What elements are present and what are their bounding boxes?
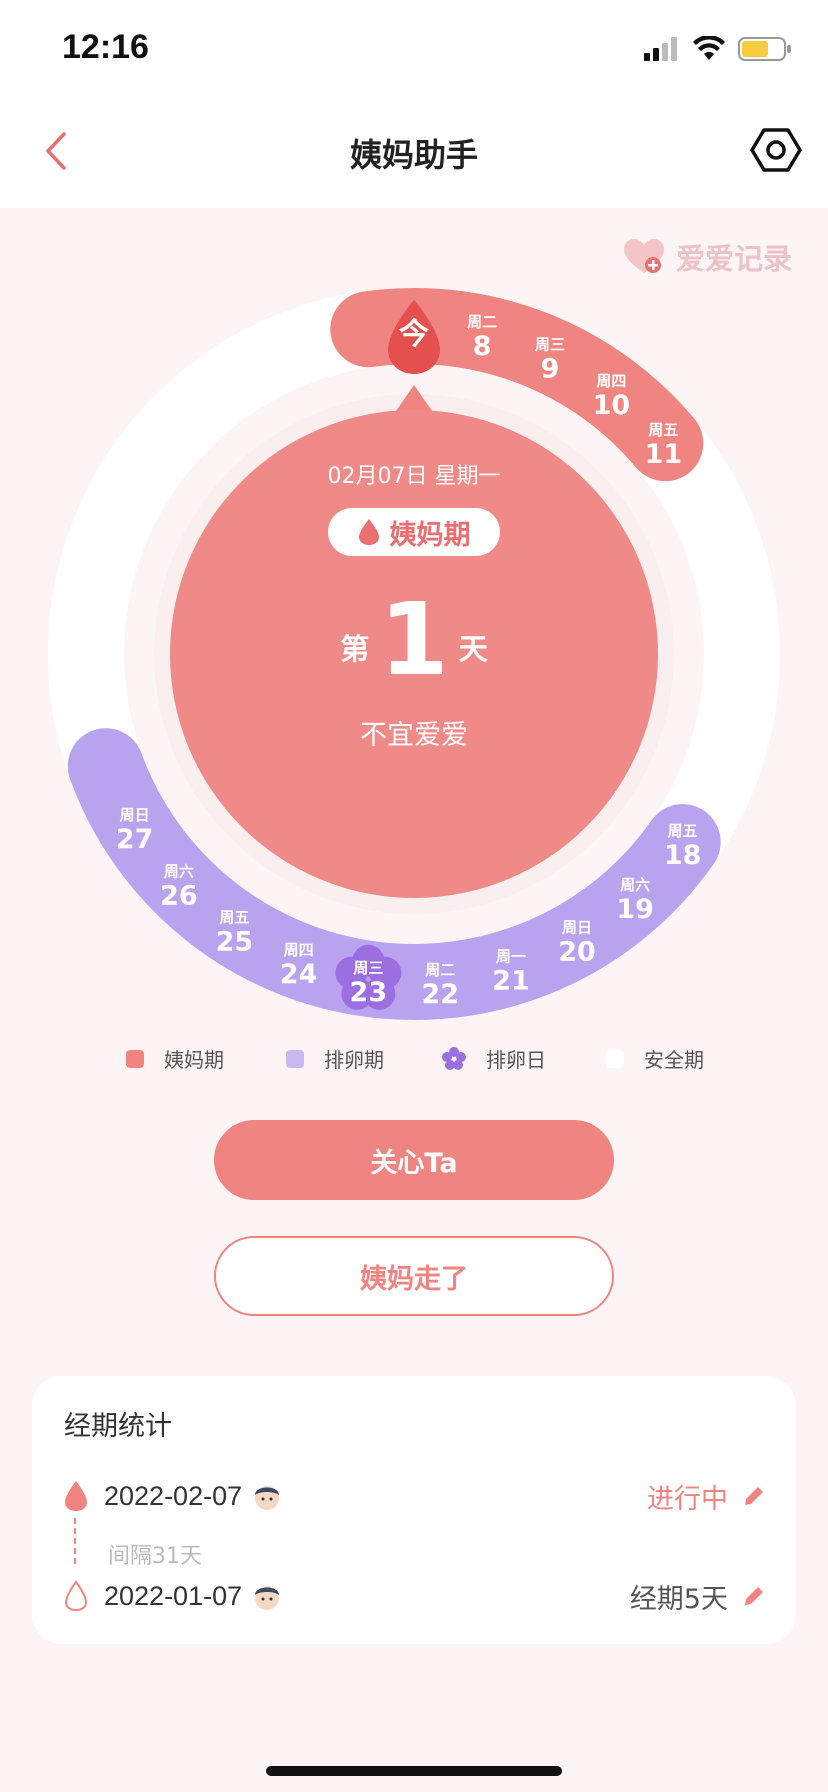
settings-button[interactable] — [750, 124, 802, 176]
day-prefix: 第 — [340, 632, 370, 666]
ring-day-number: 10 — [593, 390, 631, 421]
ring-day-label[interactable]: 周五18 — [664, 822, 702, 871]
legend-ovulation-phase: 排卵期 — [286, 1044, 384, 1073]
period-end-button[interactable]: 姨妈走了 — [214, 1236, 614, 1316]
legend-ovulation-phase-swatch — [286, 1049, 304, 1068]
ring-day-number: 19 — [616, 894, 654, 925]
day-suffix: 天 — [458, 632, 488, 666]
wifi-icon — [693, 36, 725, 60]
ring-day-label[interactable]: 周二22 — [422, 961, 460, 1010]
ring-day-weekday: 周五 — [668, 822, 698, 840]
period-stats-card: 经期统计 2022-02-07 进行中 间隔31天 2022-01-07 经期5… — [32, 1376, 796, 1644]
ring-day-weekday: 周三 — [535, 336, 565, 354]
stats-title: 经期统计 — [64, 1411, 172, 1442]
ring-day-number: 21 — [492, 965, 530, 996]
battery-icon — [738, 37, 791, 61]
ring-day-weekday: 周五 — [648, 421, 678, 439]
status-icons — [644, 36, 792, 62]
outline-drop-icon — [64, 1580, 88, 1612]
filled-drop-icon — [65, 1481, 87, 1511]
record-status-label: 经期5天 — [629, 1583, 728, 1615]
legend-ovulation-day: 排卵日 — [442, 1044, 546, 1073]
ring-day-number: 8 — [473, 331, 492, 362]
legend: 姨妈期 排卵期 排卵日 安全期 — [0, 1044, 828, 1084]
ring-day-label[interactable]: 周六19 — [616, 876, 654, 925]
ring-day-weekday: 周一 — [496, 947, 526, 965]
status-bar: 12:16 — [0, 0, 828, 100]
phase-badge: 姨妈期 — [328, 508, 500, 556]
record-date: 2022-01-07 — [104, 1580, 243, 1611]
ring-day-number: 9 — [541, 354, 560, 385]
ring-day-number: 26 — [160, 881, 198, 912]
signal-icon — [644, 37, 677, 61]
ring-day-weekday: 周四 — [596, 372, 626, 390]
home-indicator — [266, 1766, 562, 1776]
ring-day-number: 22 — [422, 979, 460, 1010]
ring-day-label[interactable]: 周五25 — [216, 908, 254, 957]
ring-day-label[interactable]: 周四24 — [280, 941, 318, 990]
ring-day-number: 25 — [216, 926, 254, 957]
ring-day-weekday: 周日 — [120, 806, 150, 824]
timeline-connector — [74, 1518, 76, 1564]
record-status[interactable]: 经期5天 — [630, 1577, 766, 1616]
record-row: 2022-01-07 经期5天 — [64, 1576, 766, 1616]
ring-day-weekday: 周五 — [219, 908, 249, 926]
legend-period: 姨妈期 — [126, 1044, 224, 1073]
ring-day-number: 24 — [280, 959, 318, 990]
record-status-label: 进行中 — [647, 1483, 728, 1515]
ring-day-label[interactable]: 周六26 — [160, 863, 198, 912]
ring-day-number: 23 — [350, 977, 388, 1008]
ring-day-weekday: 周二 — [425, 961, 455, 979]
ring-day-label[interactable]: 周日27 — [116, 806, 154, 855]
avatar-icon — [255, 1486, 280, 1510]
today-badge-text: 今 — [399, 317, 429, 352]
ring-day-label[interactable]: 周四10 — [593, 372, 631, 421]
ring-day-label[interactable]: 周一21 — [492, 947, 530, 996]
ring-day-number: 27 — [116, 824, 154, 855]
ring-day-weekday: 周四 — [284, 941, 314, 959]
legend-ovulation-phase-label: 排卵期 — [324, 1048, 384, 1072]
edit-icon[interactable] — [742, 1484, 766, 1508]
ring-day-number: 20 — [558, 937, 596, 968]
record-date: 2022-02-07 — [104, 1480, 243, 1511]
ring-day-weekday: 周六 — [164, 863, 194, 881]
ring-day-weekday: 周日 — [562, 919, 592, 937]
ring-day-number: 18 — [664, 840, 702, 871]
nav-bar: 姨妈助手 — [0, 100, 828, 208]
status-time: 12:16 — [62, 28, 149, 66]
day-number: 1 — [379, 581, 449, 698]
legend-safe: 安全期 — [606, 1044, 704, 1073]
legend-safe-label: 安全期 — [644, 1048, 704, 1072]
legend-period-label: 姨妈期 — [164, 1048, 224, 1072]
edit-icon[interactable] — [742, 1584, 766, 1608]
legend-ovulation-day-label: 排卵日 — [486, 1048, 546, 1072]
ring-day-weekday: 周三 — [353, 959, 383, 977]
legend-period-swatch — [126, 1049, 144, 1068]
current-date: 02月07日 星期一 — [327, 464, 501, 489]
flower-icon — [442, 1046, 466, 1070]
phase-label: 姨妈期 — [389, 519, 471, 551]
interval-text: 间隔31天 — [108, 1544, 202, 1569]
blood-drop-icon — [358, 519, 379, 545]
cycle-day: 第 1 天 — [0, 590, 828, 690]
care-button[interactable]: 关心Ta — [214, 1120, 614, 1200]
page-title: 姨妈助手 — [349, 136, 478, 174]
ring-day-weekday: 周二 — [467, 313, 497, 331]
ring-day-label[interactable]: 周日20 — [558, 919, 596, 968]
record-status[interactable]: 进行中 — [647, 1477, 766, 1516]
ring-day-weekday: 周六 — [620, 876, 650, 894]
advice-text: 不宜爱爱 — [360, 720, 468, 751]
legend-safe-swatch — [606, 1049, 624, 1068]
avatar-icon — [255, 1586, 280, 1610]
record-row: 2022-02-07 进行中 — [64, 1476, 766, 1516]
